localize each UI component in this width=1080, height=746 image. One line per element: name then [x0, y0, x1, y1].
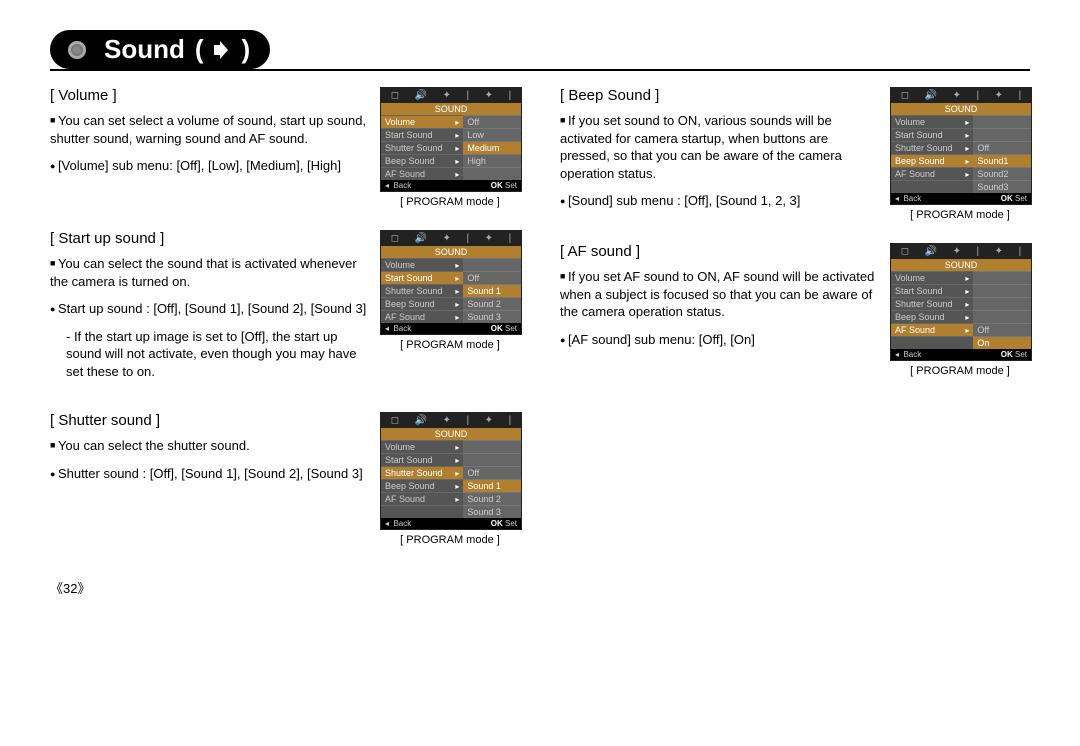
dot-icon [68, 41, 86, 59]
volume-submenu: [Volume] sub menu: [Off], [Low], [Medium… [50, 157, 368, 175]
shutter-submenu: Shutter sound : [Off], [Sound 1], [Sound… [50, 465, 368, 483]
shutter-desc: You can select the shutter sound. [50, 437, 368, 455]
page-title: Sound [104, 34, 185, 65]
caption-af: [ PROGRAM mode ] [890, 365, 1030, 377]
page-number: 《32》 [50, 578, 1030, 597]
menu-volume: ◻🔊✦|✦|SOUNDVolume▸OffStart Sound▸LowShut… [380, 87, 522, 192]
caption-shutter: [ PROGRAM mode ] [380, 534, 520, 546]
af-submenu: [AF sound] sub menu: [Off], [On] [560, 331, 878, 349]
heading-beep: [ Beep Sound ] [560, 87, 878, 104]
close-paren: ) [242, 34, 251, 65]
heading-af: [ AF sound ] [560, 243, 878, 260]
beep-submenu: [Sound] sub menu : [Off], [Sound 1, 2, 3… [560, 192, 878, 210]
af-desc: If you set AF sound to ON, AF sound will… [560, 268, 878, 321]
heading-volume: [ Volume ] [50, 87, 368, 104]
volume-desc: You can set select a volume of sound, st… [50, 112, 368, 147]
title-bar: Sound ( ) [50, 30, 1030, 71]
speaker-icon [214, 41, 232, 59]
caption-startup: [ PROGRAM mode ] [380, 339, 520, 351]
caption-beep: [ PROGRAM mode ] [890, 209, 1030, 221]
heading-startup: [ Start up sound ] [50, 230, 368, 247]
menu-af: ◻🔊✦|✦|SOUNDVolume▸ Start Sound▸ Shutter … [890, 243, 1032, 361]
menu-beep: ◻🔊✦|✦|SOUNDVolume▸ Start Sound▸ Shutter … [890, 87, 1032, 205]
startup-desc: You can select the sound that is activat… [50, 255, 368, 290]
open-paren: ( [195, 34, 204, 65]
title-pill: Sound ( ) [50, 30, 270, 69]
caption-volume: [ PROGRAM mode ] [380, 196, 520, 208]
startup-note: - If the start up image is set to [Off],… [50, 328, 368, 381]
startup-submenu: Start up sound : [Off], [Sound 1], [Soun… [50, 300, 368, 318]
beep-desc: If you set sound to ON, various sounds w… [560, 112, 878, 182]
heading-shutter: [ Shutter sound ] [50, 412, 368, 429]
menu-startup: ◻🔊✦|✦|SOUNDVolume▸ Start Sound▸OffShutte… [380, 230, 522, 335]
menu-shutter: ◻🔊✦|✦|SOUNDVolume▸ Start Sound▸ Shutter … [380, 412, 522, 530]
